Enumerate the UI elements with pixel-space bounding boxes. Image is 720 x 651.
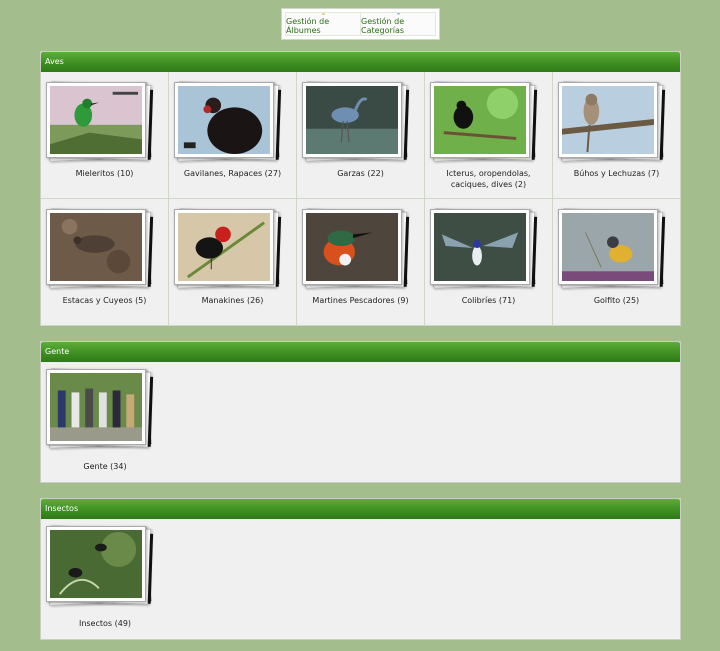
album-estacas-cuyeos[interactable]: Estacas y Cuyeos (5) (41, 199, 169, 326)
album-label: Insectos (49) (78, 619, 132, 628)
album-label: Mieleritos (10) (75, 169, 134, 178)
album-mieleritos[interactable]: Mieleritos (10) (41, 72, 169, 199)
album-martines-pescadores[interactable]: Martines Pescadores (9) (297, 199, 425, 326)
album-thumbnail[interactable] (174, 82, 274, 158)
album-golfito[interactable]: Golfito (25) (553, 199, 681, 326)
album-label: Manakines (26) (201, 296, 264, 305)
category-management-label: Gestión de Categorías (361, 17, 405, 35)
category-panel-insectos: Insectos Insectos (49) (40, 498, 681, 640)
album-thumbnail[interactable] (46, 369, 146, 445)
album-thumbnail[interactable] (302, 82, 402, 158)
album-label: Garzas (22) (337, 169, 384, 178)
album-label: Golfito (25) (593, 296, 640, 305)
album-thumbnail[interactable] (302, 209, 402, 285)
album-label: Gente (34) (83, 462, 127, 471)
category-panel-aves: Aves Mieleritos (10) Gavilanes, Rapaces … (40, 51, 681, 326)
album-label: Estacas y Cuyeos (5) (62, 296, 147, 305)
album-thumbnail[interactable] (174, 209, 274, 285)
category-window-icon (396, 13, 400, 15)
album-insectos[interactable]: Insectos (49) (41, 519, 169, 646)
album-folder-icon (321, 13, 325, 15)
album-thumbnail[interactable] (430, 82, 530, 158)
category-panel-gente: Gente Gente (34) (40, 341, 681, 483)
album-management-label: Gestión de Álbumes (286, 17, 330, 35)
album-label: Colibríes (71) (461, 296, 516, 305)
album-colibries[interactable]: Colibríes (71) (425, 199, 553, 326)
admin-toolbar: Gestión de Álbumes Gestión de Categorías (281, 8, 440, 40)
album-garzas[interactable]: Garzas (22) (297, 72, 425, 199)
album-management-button[interactable]: Gestión de Álbumes (285, 12, 361, 36)
album-label: Icterus, oropendolas, caciques, dives (2… (446, 169, 531, 189)
album-thumbnail[interactable] (558, 82, 658, 158)
album-label: Búhos y Lechuzas (7) (573, 169, 660, 178)
album-thumbnail[interactable] (46, 209, 146, 285)
album-label: Gavilanes, Rapaces (27) (183, 169, 282, 178)
album-manakines[interactable]: Manakines (26) (169, 199, 297, 326)
album-icterus[interactable]: Icterus, oropendolas, caciques, dives (2… (425, 72, 553, 199)
album-thumbnail[interactable] (558, 209, 658, 285)
category-header-insectos: Insectos (41, 499, 680, 519)
album-label: Martines Pescadores (9) (312, 296, 409, 305)
category-header-gente: Gente (41, 342, 680, 362)
category-header-aves: Aves (41, 52, 680, 72)
album-thumbnail[interactable] (430, 209, 530, 285)
album-buhos-lechuzas[interactable]: Búhos y Lechuzas (7) (553, 72, 681, 199)
album-gente[interactable]: Gente (34) (41, 362, 169, 489)
category-management-button[interactable]: Gestión de Categorías (361, 12, 436, 36)
album-gavilanes-rapaces[interactable]: Gavilanes, Rapaces (27) (169, 72, 297, 199)
album-thumbnail[interactable] (46, 526, 146, 602)
album-thumbnail[interactable] (46, 82, 146, 158)
